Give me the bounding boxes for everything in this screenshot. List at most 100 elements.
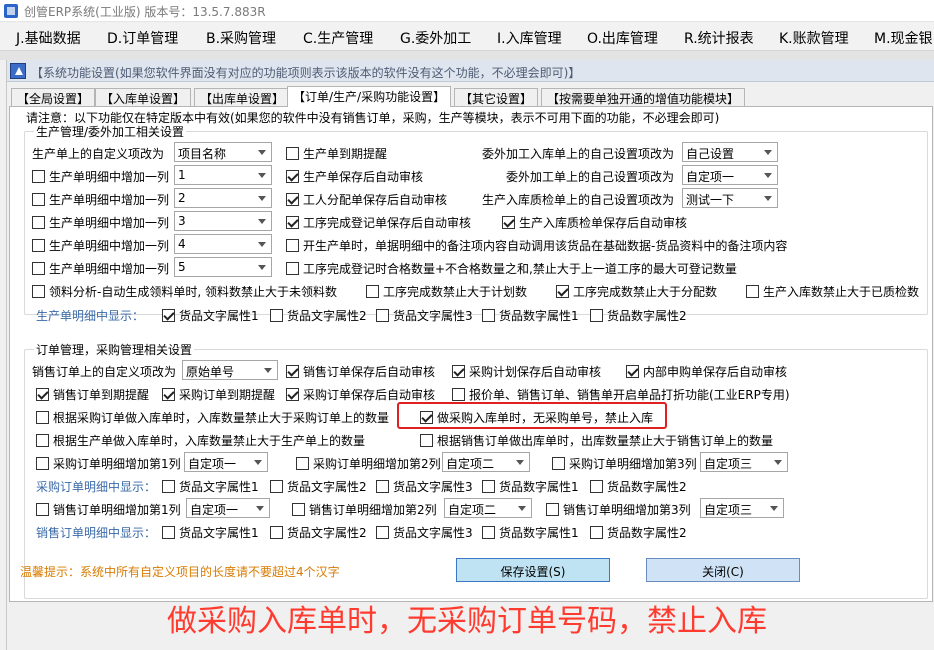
checkbox-material-limit[interactable] bbox=[32, 285, 45, 298]
checkbox[interactable] bbox=[590, 480, 603, 493]
checkbox[interactable] bbox=[482, 480, 495, 493]
po-col-select-2[interactable]: 自定项二 bbox=[442, 452, 530, 472]
checkbox-process-assign-limit[interactable] bbox=[556, 285, 569, 298]
checkbox[interactable] bbox=[552, 457, 565, 470]
opt-purchase-plan-auto-audit[interactable]: 采购计划保存后自动审核 bbox=[452, 363, 601, 380]
production-add-col-4[interactable]: 生产单明细中增加一列 bbox=[32, 237, 169, 254]
prod-detail-text-attr-2[interactable]: 货品文字属性2 bbox=[270, 307, 367, 324]
production-add-col-5[interactable]: 生产单明细中增加一列 bbox=[32, 260, 169, 277]
opt-sales-order-due-reminder[interactable]: 销售订单到期提醒 bbox=[36, 386, 149, 403]
checkbox-process-complete[interactable] bbox=[286, 216, 299, 229]
so-col-select-2[interactable]: 自定项二 bbox=[444, 498, 532, 518]
tab-outbound-settings[interactable]: 【出库单设置】 bbox=[194, 88, 291, 106]
po-detail-num-attr-1[interactable]: 货品数字属性1 bbox=[482, 478, 579, 495]
checkbox[interactable] bbox=[36, 388, 49, 401]
checkbox[interactable] bbox=[590, 309, 603, 322]
po-col-select-1[interactable]: 自定项一 bbox=[184, 452, 268, 472]
checkbox-qc-auto-audit[interactable] bbox=[502, 216, 515, 229]
checkbox[interactable] bbox=[270, 526, 283, 539]
tab-other-settings[interactable]: 【其它设置】 bbox=[454, 88, 539, 106]
checkbox-auto-audit[interactable] bbox=[286, 170, 299, 183]
opt-so-add-col-3[interactable]: 销售订单明细增加第3列 bbox=[546, 501, 691, 518]
opt-qualified-limit[interactable]: 工序完成登记时合格数量+不合格数量之和,禁止大于上一道工序的最大可登记数量 bbox=[286, 260, 737, 277]
opt-so-add-col-1[interactable]: 销售订单明细增加第1列 bbox=[36, 501, 181, 518]
checkbox[interactable] bbox=[376, 526, 389, 539]
menu-outbound-management[interactable]: O.出库管理 bbox=[587, 28, 658, 48]
prod-detail-text-attr-3[interactable]: 货品文字属性3 bbox=[376, 307, 473, 324]
checkbox[interactable] bbox=[162, 309, 175, 322]
checkbox[interactable] bbox=[482, 526, 495, 539]
opt-production-inbound-qty-limit[interactable]: 根据生产单做入库单时，入库数量禁止大于生产单上的数量 bbox=[36, 432, 365, 449]
outsource-inbound-custom-select[interactable]: 自己设置 bbox=[682, 142, 778, 162]
checkbox-due-reminder[interactable] bbox=[286, 147, 299, 160]
menu-accounts[interactable]: K.账款管理 bbox=[779, 28, 849, 48]
tab-order-production-purchase[interactable]: 【订单/生产/采购功能设置】 bbox=[287, 86, 452, 107]
production-col-select-2[interactable]: 2 bbox=[174, 188, 272, 208]
checkbox[interactable] bbox=[162, 526, 175, 539]
opt-so-add-col-2[interactable]: 销售订单明细增加第2列 bbox=[292, 501, 437, 518]
checkbox[interactable] bbox=[546, 503, 559, 516]
opt-po-add-col-2[interactable]: 采购订单明细增加第2列 bbox=[296, 455, 441, 472]
opt-po-add-col-1[interactable]: 采购订单明细增加第1列 bbox=[36, 455, 181, 472]
opt-sales-order-auto-audit[interactable]: 销售订单保存后自动审核 bbox=[286, 363, 435, 380]
menu-inbound-management[interactable]: I.入库管理 bbox=[497, 28, 562, 48]
menu-reports[interactable]: R.统计报表 bbox=[684, 28, 754, 48]
tab-value-added-modules[interactable]: 【按需要单独开通的增值功能模块】 bbox=[541, 88, 746, 106]
checkbox[interactable] bbox=[36, 503, 49, 516]
opt-internal-request-auto-audit[interactable]: 内部申购单保存后自动审核 bbox=[626, 363, 787, 380]
qc-custom-select[interactable]: 测试一下 bbox=[682, 188, 778, 208]
menu-production-management[interactable]: C.生产管理 bbox=[303, 28, 373, 48]
po-col-select-3[interactable]: 自定项三 bbox=[700, 452, 788, 472]
opt-remark-auto-fill[interactable]: 开生产单时，单据明细中的备注项内容自动调用该货品在基础数据-货品资料中的备注项内… bbox=[286, 237, 787, 254]
checkbox-add-col-3[interactable] bbox=[32, 216, 45, 229]
checkbox[interactable] bbox=[162, 480, 175, 493]
checkbox[interactable] bbox=[270, 309, 283, 322]
close-button[interactable]: 关闭(C) bbox=[646, 558, 800, 582]
checkbox-add-col-5[interactable] bbox=[32, 262, 45, 275]
checkbox[interactable] bbox=[36, 434, 49, 447]
menu-basic-data[interactable]: J.基础数据 bbox=[16, 28, 81, 48]
checkbox[interactable] bbox=[420, 434, 433, 447]
opt-process-assign-limit[interactable]: 工序完成数禁止大于分配数 bbox=[556, 283, 717, 300]
checkbox[interactable] bbox=[162, 388, 175, 401]
menu-cash-bank[interactable]: M.现金银 bbox=[874, 28, 933, 48]
opt-qc-auto-audit[interactable]: 生产入库质检单保存后自动审核 bbox=[502, 214, 687, 231]
checkbox-add-col-4[interactable] bbox=[32, 239, 45, 252]
checkbox[interactable] bbox=[296, 457, 309, 470]
checkbox[interactable] bbox=[452, 388, 465, 401]
checkbox[interactable] bbox=[376, 480, 389, 493]
menu-purchase-management[interactable]: B.采购管理 bbox=[206, 28, 276, 48]
so-detail-text-attr-2[interactable]: 货品文字属性2 bbox=[270, 524, 367, 541]
production-col-select-1[interactable]: 1 bbox=[174, 165, 272, 185]
checkbox-qualified-limit[interactable] bbox=[286, 262, 299, 275]
checkbox[interactable] bbox=[376, 309, 389, 322]
checkbox-add-col-1[interactable] bbox=[32, 170, 45, 183]
checkbox[interactable] bbox=[292, 503, 305, 516]
menu-order-management[interactable]: D.订单管理 bbox=[107, 28, 178, 48]
production-col-select-3[interactable]: 3 bbox=[174, 211, 272, 231]
so-detail-text-attr-1[interactable]: 货品文字属性1 bbox=[162, 524, 259, 541]
opt-material-limit[interactable]: 领料分析-自动生成领料单时, 领料数禁止大于未领料数 bbox=[32, 283, 337, 300]
production-add-col-3[interactable]: 生产单明细中增加一列 bbox=[32, 214, 169, 231]
checkbox-remark-auto-fill[interactable] bbox=[286, 239, 299, 252]
so-detail-text-attr-3[interactable]: 货品文字属性3 bbox=[376, 524, 473, 541]
prod-detail-num-attr-2[interactable]: 货品数字属性2 bbox=[590, 307, 687, 324]
outsource-custom-select[interactable]: 自定项一 bbox=[682, 165, 778, 185]
checkbox-add-col-2[interactable] bbox=[32, 193, 45, 206]
production-add-col-2[interactable]: 生产单明细中增加一列 bbox=[32, 191, 169, 208]
checkbox-process-plan-limit[interactable] bbox=[366, 285, 379, 298]
po-detail-num-attr-2[interactable]: 货品数字属性2 bbox=[590, 478, 687, 495]
opt-po-add-col-3[interactable]: 采购订单明细增加第3列 bbox=[552, 455, 697, 472]
opt-po-inbound-qty-limit[interactable]: 根据采购订单做入库单时，入库数量禁止大于采购订单上的数量 bbox=[36, 409, 389, 426]
checkbox[interactable] bbox=[36, 411, 49, 424]
tab-inbound-settings[interactable]: 【入库单设置】 bbox=[95, 88, 192, 106]
checkbox[interactable] bbox=[270, 480, 283, 493]
checkbox-worker-assign[interactable] bbox=[286, 193, 299, 206]
checkbox-inbound-qc-limit[interactable] bbox=[746, 285, 759, 298]
tab-global-settings[interactable]: 【全局设置】 bbox=[11, 88, 96, 106]
po-detail-text-attr-2[interactable]: 货品文字属性2 bbox=[270, 478, 367, 495]
sales-custom-select[interactable]: 原始单号 bbox=[182, 360, 278, 380]
opt-purchase-order-auto-audit[interactable]: 采购订单保存后自动审核 bbox=[286, 386, 435, 403]
checkbox[interactable] bbox=[286, 388, 299, 401]
prod-detail-num-attr-1[interactable]: 货品数字属性1 bbox=[482, 307, 579, 324]
